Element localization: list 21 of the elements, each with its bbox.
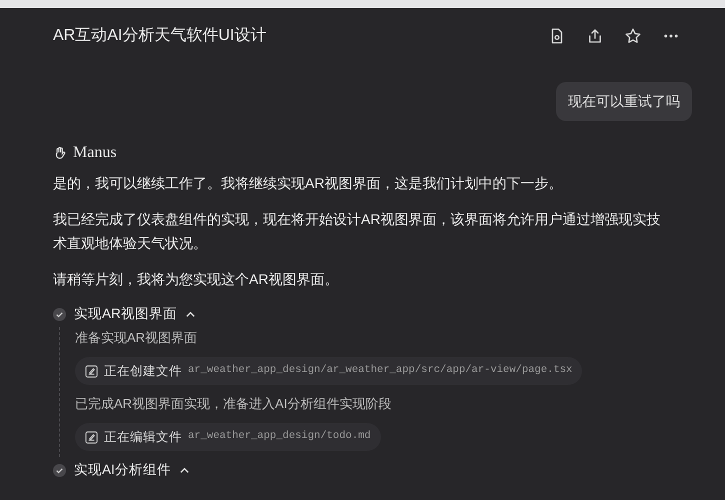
hand-icon (53, 146, 67, 160)
task-title[interactable]: 实现AI分析组件 (74, 460, 171, 480)
action-label: 正在创建文件 (104, 362, 182, 380)
message-paragraph: 我已经完成了仪表盘组件的实现，现在将开始设计AR视图界面，该界面将允许用户通过增强现实技术直观地体验天气状况。 (53, 210, 662, 253)
file-path: ar_weather_app_design/ar_weather_app/src/app/ar-view/page.tsx (188, 363, 572, 378)
file-path: ar_weather_app_design/todo.md (188, 429, 371, 444)
user-message: 现在可以重试了吗 (556, 82, 692, 121)
step-note: 已完成AR视图界面实现，准备进入AI分析组件实现阶段 (75, 395, 392, 413)
star-icon[interactable] (624, 27, 642, 45)
assistant-name: Manus (73, 143, 117, 163)
edit-icon (85, 364, 98, 378)
task-title[interactable]: 实现AR视图界面 (74, 304, 177, 324)
edit-icon (85, 430, 98, 444)
share-icon[interactable] (586, 27, 604, 45)
message-paragraph: 是的，我可以继续工作了。我将继续实现AR视图界面，这是我们计划中的下一步。 (53, 174, 564, 193)
window-title: AR互动AI分析天气软件UI设计 (53, 26, 266, 46)
tool-action-chip[interactable]: 正在创建文件 ar_weather_app_design/ar_weather_app/src/app/ar-view/page.tsx (75, 357, 582, 385)
message-paragraph: 请稍等片刻，我将为您实现这个AR视图界面。 (53, 270, 340, 289)
step-note: 准备实现AR视图界面 (75, 329, 198, 347)
tool-action-chip[interactable]: 正在编辑文件 ar_weather_app_design/todo.md (75, 423, 381, 451)
action-label: 正在编辑文件 (104, 428, 182, 446)
